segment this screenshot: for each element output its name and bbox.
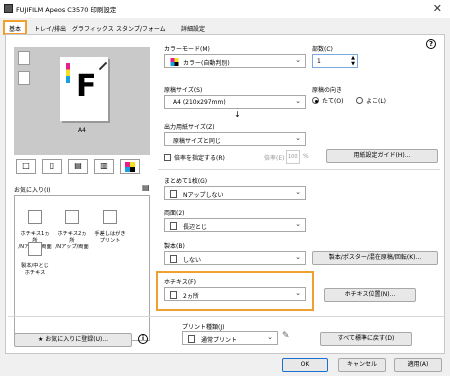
staple-mark-icon	[98, 61, 108, 71]
tab-stamp-form[interactable]: スタンプ/フォーム	[114, 22, 168, 34]
tab-tray-output[interactable]: トレイ/排出	[32, 22, 68, 34]
reset-defaults-button[interactable]: すべて標準に戻す(D)	[320, 332, 412, 346]
zoom-unit: %	[303, 153, 309, 160]
duplex-select[interactable]: 長辺とじ ⌄	[164, 218, 306, 232]
portrait-label: たて(O)	[322, 98, 344, 105]
booklet-page-icon	[170, 255, 177, 263]
output-size-label: 出力用紙サイズ(Z)	[164, 124, 215, 131]
basic-panel: ? F A4 □ ▯ ▤ ▥ お気に入り(I) ▤ ホチキス1ヵ所 /Nアップ/…	[5, 34, 445, 354]
original-size-select[interactable]: A4 (210x297mm) ⌄	[164, 95, 306, 109]
apply-button[interactable]: 適用(A)	[394, 358, 442, 372]
duplex-icon[interactable]: ▯	[42, 159, 62, 174]
postcard-icon	[103, 210, 117, 225]
edit-pencil-icon[interactable]: ✎	[282, 331, 290, 341]
booklet-icon	[28, 242, 42, 257]
staple-page-icon	[170, 291, 177, 299]
copy-stack-icon	[18, 71, 30, 85]
color-mode-select[interactable]: カラー(自動判別) ⌄	[164, 54, 306, 68]
single-page-icon[interactable]: □	[16, 159, 36, 174]
landscape-label: よこ(L)	[366, 98, 387, 105]
window-title: FUJIFILM Apeos C3570 印刷設定	[16, 6, 117, 14]
title-bar: FUJIFILM Apeos C3570 印刷設定 ✕	[0, 0, 450, 18]
page-preview-icon	[18, 51, 30, 65]
stepper-down-icon[interactable]: ▼	[351, 61, 355, 67]
favorite-doc-icon	[65, 210, 79, 225]
duplex-page-icon	[170, 222, 177, 230]
nup-icon[interactable]: ▤	[68, 159, 88, 174]
divider	[8, 316, 444, 317]
booklet-poster-button[interactable]: 製本/ポスター/混在原稿/回転(K)...	[312, 251, 438, 265]
favorite-item[interactable]: 手差しはがき プリント	[93, 204, 127, 244]
booklet-label: 製本(B)	[164, 243, 185, 250]
original-size-label: 原稿サイズ(S)	[164, 87, 203, 94]
favorites-list: ホチキス1ヵ所 /Nアップ/両面 ホチキス2ヵ所 /Nアップ/両面 手差しはがき…	[14, 195, 150, 341]
copies-icon[interactable]: ▥	[94, 159, 114, 174]
star-icon: ★	[37, 336, 44, 343]
zoom-checkbox-label: 倍率を指定する(R)	[174, 155, 225, 162]
ok-button[interactable]: OK	[282, 358, 328, 372]
info-icon[interactable]: i	[138, 334, 148, 344]
paper-guide-button[interactable]: 用紙設定ガイド(H)...	[326, 149, 438, 163]
print-preview: F A4	[14, 47, 150, 155]
copies-label: 部数(C)	[312, 46, 333, 53]
chevron-down-icon: ⌄	[295, 56, 301, 64]
chevron-down-icon: ⌄	[295, 220, 301, 228]
save-favorite-button[interactable]: ★ お気に入りに登録(U)...	[14, 333, 132, 347]
preview-paper-size: A4	[78, 127, 86, 134]
chevron-down-icon: ⌄	[295, 253, 301, 261]
portrait-radio[interactable]	[312, 97, 319, 104]
help-icon[interactable]: ?	[426, 39, 436, 49]
staple-select[interactable]: 2ヵ所 ⌄	[164, 287, 306, 301]
booklet-select[interactable]: しない ⌄	[164, 251, 306, 265]
copies-stepper[interactable]: 1 ▲ ▼	[312, 54, 358, 68]
zoom-checkbox[interactable]	[164, 154, 171, 161]
tab-basic[interactable]: 基本	[3, 20, 28, 35]
arrow-down-icon: ↓	[234, 110, 241, 119]
cancel-button[interactable]: キャンセル	[338, 358, 386, 372]
print-settings-dialog: FUJIFILM Apeos C3570 印刷設定 ✕ 基本 トレイ/排出 グラ…	[0, 0, 450, 376]
divider	[158, 169, 440, 170]
nup-select[interactable]: Nアップしない ⌄	[164, 186, 306, 200]
color-mode-label: カラーモード(M)	[164, 46, 210, 53]
tab-advanced[interactable]: 詳細設定	[179, 22, 207, 34]
chevron-down-icon: ⌄	[295, 289, 301, 297]
favorite-item[interactable]: ホチキス2ヵ所 /Nアップ/両面	[55, 204, 89, 250]
staple-position-button[interactable]: ホチキス位置(N)...	[324, 288, 416, 302]
chevron-down-icon: ⌄	[295, 97, 301, 105]
tab-graphics[interactable]: グラフィックス	[70, 22, 116, 34]
output-size-select[interactable]: 原稿サイズと同じ ⌄	[164, 132, 306, 146]
preview-sheet: F	[60, 57, 108, 121]
favorite-item[interactable]: 製本/中とじ ホチキス	[18, 236, 52, 276]
printer-icon	[4, 4, 13, 13]
color-mode-icon[interactable]	[120, 159, 140, 174]
color-strip-icon	[66, 63, 70, 83]
staple-label: ホチキス(F)	[164, 279, 196, 286]
chevron-down-icon: ⌄	[267, 333, 273, 341]
zoom-input[interactable]: 100	[286, 150, 300, 164]
chevron-down-icon: ⌄	[295, 188, 301, 196]
print-type-label: プリント種類(J)	[182, 324, 225, 331]
orientation-label: 原稿の向き	[312, 87, 343, 94]
color-cmyk-icon	[170, 58, 179, 66]
nup-label: まとめて1枚(G)	[164, 178, 208, 185]
favorite-doc-icon	[28, 210, 42, 225]
chevron-down-icon: ⌄	[295, 134, 301, 142]
duplex-label: 両面(2)	[164, 210, 185, 217]
nup-page-icon	[170, 190, 177, 198]
zoom-ratio-label: 倍率(E)	[264, 155, 285, 162]
favorites-menu-icon[interactable]: ▤	[142, 183, 150, 192]
print-type-select[interactable]: 通常プリント ⌄	[182, 331, 278, 345]
favorites-label: お気に入り(I)	[14, 187, 51, 194]
tab-bar: 基本 トレイ/排出 グラフィックス スタンプ/フォーム 詳細設定	[0, 20, 450, 35]
preview-glyph: F	[76, 69, 97, 104]
landscape-radio[interactable]	[356, 97, 363, 104]
close-icon[interactable]: ✕	[433, 2, 442, 15]
print-type-page-icon	[188, 335, 195, 343]
